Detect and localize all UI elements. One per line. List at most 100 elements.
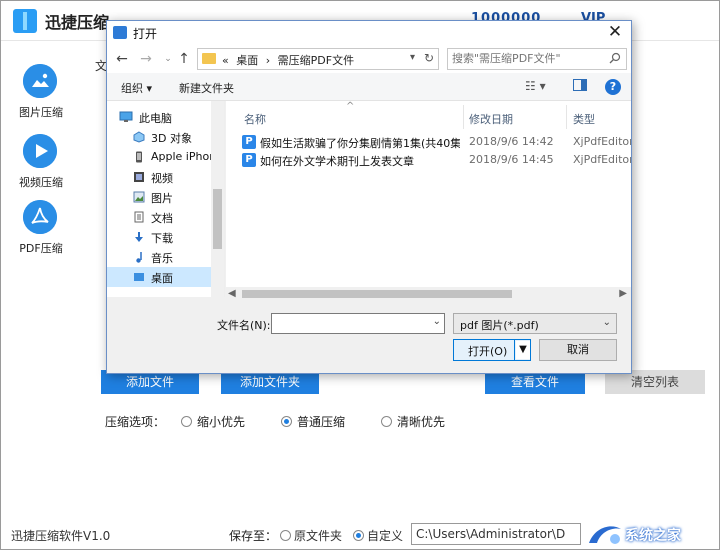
breadcrumb-desktop[interactable]: 桌面 (236, 54, 258, 67)
save-path-input[interactable]: C:\Users\Administrator\D (411, 523, 581, 545)
filename-input[interactable]: ⌄ (271, 313, 445, 334)
tree-item-iphone[interactable]: Apple iPhone (107, 147, 211, 167)
option-label: 清晰优先 (397, 415, 446, 429)
new-folder-button[interactable]: 新建文件夹 (179, 80, 234, 96)
radio-clarity-priority[interactable] (381, 416, 392, 427)
app-title: 迅捷压缩 (45, 13, 110, 32)
search-box[interactable] (447, 48, 627, 70)
up-arrow-icon[interactable]: ↑ (175, 50, 193, 68)
option-label: 原文件夹 (294, 529, 343, 543)
back-arrow-icon[interactable]: ← (113, 50, 131, 68)
address-dropdown-icon[interactable]: ▾ (410, 52, 415, 63)
nav-video-compress[interactable]: 视频压缩 (1, 134, 81, 204)
dialog-title: 打开 (133, 27, 158, 41)
tree-item-desktop[interactable]: 桌面 (107, 267, 211, 287)
open-dropdown-arrow-icon[interactable]: ▼ (516, 341, 530, 359)
forward-arrow-icon[interactable]: → (137, 50, 155, 68)
phone-icon (136, 151, 142, 163)
tree-item-pictures[interactable]: 图片 (107, 187, 211, 207)
radio-custom-folder[interactable] (353, 530, 364, 541)
scrollbar-thumb[interactable] (242, 290, 512, 298)
help-icon[interactable]: ? (605, 79, 621, 95)
tree-item-this-pc[interactable]: 此电脑 (107, 107, 211, 127)
dialog-titlebar: 打开 ✕ (107, 21, 631, 45)
nav-pdf-compress[interactable]: PDF压缩 (1, 200, 81, 270)
image-icon (23, 64, 57, 98)
watermark: 系统之家 (585, 521, 719, 549)
open-file-dialog: 打开 ✕ ← → ⌄ ↑ « 桌面 › 需压缩PDF文件 ▾ ↻ 组织 ▾ 新建… (106, 20, 632, 374)
tree-item-documents[interactable]: 文档 (107, 207, 211, 227)
column-divider[interactable] (566, 105, 567, 129)
video-icon (134, 172, 144, 182)
scrollbar-thumb[interactable] (213, 189, 222, 249)
tree-label: Apple iPhone (151, 150, 211, 163)
app-logo-icon (13, 9, 37, 33)
organize-button[interactable]: 组织 ▾ (121, 80, 152, 96)
tree-label: 音乐 (151, 252, 173, 265)
cancel-button[interactable]: 取消 (539, 339, 617, 361)
radio-shrink-priority[interactable] (181, 416, 192, 427)
file-row[interactable]: P 如何在外文学术期刊上发表文章 2018/9/6 14:45 XjPdfEdi… (226, 151, 631, 169)
scroll-left-arrow-icon[interactable]: ◀ (228, 288, 236, 299)
chevron-down-icon[interactable]: ⌄ (433, 316, 441, 327)
address-bar: ← → ⌄ ↑ « 桌面 › 需压缩PDF文件 ▾ ↻ (107, 45, 631, 73)
dialog-toolbar: 组织 ▾ 新建文件夹 ☷ ▾ ? (107, 73, 631, 101)
watermark-text: 系统之家 (625, 528, 681, 544)
tree-item-videos[interactable]: 视频 (107, 167, 211, 187)
column-divider[interactable] (463, 105, 464, 129)
tree-item-3d-objects[interactable]: 3D 对象 (107, 127, 211, 147)
nav-image-compress[interactable]: 图片压缩 (1, 64, 81, 134)
search-icon[interactable] (609, 52, 621, 64)
view-options-button[interactable]: ☷ ▾ (525, 79, 546, 93)
radio-normal-compress[interactable] (281, 416, 292, 427)
filetype-select[interactable]: pdf 图片(*.pdf) ⌄ (453, 313, 617, 334)
tree-item-downloads[interactable]: 下载 (107, 227, 211, 247)
option-label: 普通压缩 (297, 415, 346, 429)
navigation-pane: 此电脑 3D 对象 Apple iPhone 视频 图片 文档 下载 音乐 (107, 101, 225, 297)
refresh-icon[interactable]: ↻ (424, 51, 434, 65)
search-input[interactable] (452, 52, 604, 65)
file-date: 2018/9/6 14:45 (469, 153, 554, 166)
address-box[interactable]: « 桌面 › 需压缩PDF文件 ▾ ↻ (197, 48, 439, 70)
computer-icon (119, 111, 133, 122)
tree-label: 文档 (151, 212, 173, 225)
file-type: XjPdfEditorN (573, 135, 631, 148)
breadcrumb-pdf-folder[interactable]: 需压缩PDF文件 (278, 54, 354, 67)
tree-label: 下载 (151, 232, 173, 245)
address-path: « 桌面 › 需压缩PDF文件 (222, 52, 354, 68)
play-icon (23, 134, 57, 168)
filename-label: 文件名(N): (217, 319, 271, 332)
file-list: ^ 名称 修改日期 类型 P 假如生活欺骗了你分集剧情第1集(共40集... 2… (226, 101, 631, 297)
compress-options-label: 压缩选项： (105, 415, 166, 429)
version-text: 迅捷压缩软件V1.0 (11, 529, 111, 543)
picture-icon (133, 191, 145, 203)
radio-original-folder[interactable] (280, 530, 291, 541)
close-button[interactable]: ✕ (605, 22, 625, 42)
save-to-label: 保存至： (229, 529, 278, 543)
side-nav: 图片压缩 视频压缩 PDF压缩 (1, 42, 81, 482)
option-label: 自定义 (367, 529, 404, 543)
nav-label: 视频压缩 (19, 176, 63, 189)
column-date[interactable]: 修改日期 (469, 111, 513, 127)
tree-item-music[interactable]: 音乐 (107, 247, 211, 267)
music-icon (136, 252, 142, 263)
nav-label: PDF压缩 (19, 242, 63, 255)
chevron-down-icon: ⌄ (602, 317, 611, 328)
open-button[interactable]: 打开(O) ▼ (453, 339, 531, 361)
filetype-value: pdf 图片(*.pdf) (460, 319, 539, 332)
column-name[interactable]: 名称 (244, 111, 266, 127)
horizontal-scrollbar[interactable]: ◀ ▶ (226, 287, 631, 301)
option-label: 缩小优先 (197, 415, 246, 429)
watermark-logo-icon (589, 526, 621, 544)
tree-label: 视频 (151, 172, 173, 185)
preview-pane-icon[interactable] (573, 79, 587, 91)
file-row[interactable]: P 假如生活欺骗了你分集剧情第1集(共40集... 2018/9/6 14:42… (226, 133, 631, 151)
nav-pane-scrollbar[interactable] (211, 101, 224, 297)
pdf-icon (23, 200, 57, 234)
file-name: 如何在外文学术期刊上发表文章 (260, 155, 414, 168)
folder-icon (202, 53, 216, 64)
file-type: XjPdfEditorN (573, 153, 631, 166)
scroll-right-arrow-icon[interactable]: ▶ (619, 288, 627, 299)
pdf-file-icon: P (242, 153, 256, 167)
column-type[interactable]: 类型 (573, 111, 595, 127)
